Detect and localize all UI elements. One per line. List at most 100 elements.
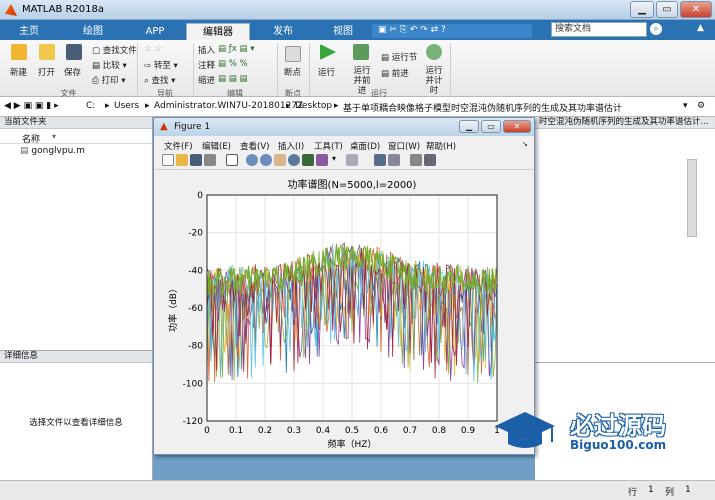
compare-button[interactable]: ▤ 比较 ▾ — [92, 59, 127, 71]
compare-label: 比较 — [102, 61, 120, 71]
minimize-button[interactable]: ▁ — [630, 1, 654, 18]
pan-icon[interactable] — [274, 154, 286, 166]
run-icon — [320, 44, 336, 60]
editor-title: 时空混沌伪随机序列的生成及其功率谱估计... — [535, 117, 715, 129]
address-bar[interactable]: ◀ ▶ ▣ ▣ ▮ ▸ C: ▸ Users ▸ Administrator.W… — [0, 97, 715, 117]
browse-icon[interactable]: ⚙ — [697, 101, 705, 111]
path-segment[interactable]: Users — [114, 101, 139, 111]
list-item[interactable]: ▤ gonglvpu.m — [20, 146, 85, 156]
current-folder-title: 当前文件夹 — [0, 117, 152, 129]
new-button[interactable]: 新建 — [10, 66, 27, 78]
print-figure-icon[interactable] — [204, 154, 216, 166]
zoom-out-icon[interactable] — [260, 154, 272, 166]
run-button[interactable]: 运行 — [318, 66, 335, 78]
tab-apps[interactable]: APP — [132, 23, 178, 40]
link-plot-icon[interactable] — [346, 154, 358, 166]
goto-button[interactable]: ⇨ 转至 ▾ — [144, 59, 178, 71]
quick-access-icons[interactable]: ▣ ✂ ⎘ ↶ ↷ ⇄ ? — [378, 25, 446, 35]
tab-editor[interactable]: 编辑器 — [186, 23, 250, 40]
power-spectrum-chart[interactable]: 0 0.1 0.2 0.3 0.4 0.5 0.6 0.7 0.8 0.9 10-20-40-60-… — [154, 170, 534, 454]
indent-button[interactable]: 缩进 — [198, 74, 215, 86]
path-segment[interactable]: Administrator.WIN7U-20180127Z — [154, 101, 303, 111]
open-file-icon[interactable] — [176, 154, 188, 166]
group-label-edit: 编辑 — [227, 89, 243, 98]
tab-home[interactable]: 主页 — [6, 23, 52, 40]
save-icon — [66, 44, 82, 60]
y-tick-label: -40 — [188, 266, 203, 276]
address-dropdown-icon[interactable]: ▾ — [683, 101, 688, 111]
figure-toolbar: ▾ — [154, 152, 534, 170]
data-cursor-icon[interactable] — [302, 154, 314, 166]
figure-logo-icon: ▲ — [160, 121, 168, 132]
print-button[interactable]: ⎙ 打印 ▾ — [92, 74, 126, 86]
m-file-icon: ▤ — [20, 146, 29, 156]
editor-scrollbar[interactable] — [687, 159, 697, 237]
tab-plots[interactable]: 绘图 — [70, 23, 116, 40]
colorbar-icon[interactable] — [374, 154, 386, 166]
back-icon[interactable]: ◀ ▶ ▣ ▣ ▮ ▸ — [4, 101, 59, 111]
goto-label: 转至 — [153, 61, 171, 71]
find-files-button[interactable]: ▢ 查找文件 — [92, 44, 137, 56]
edit-tools-icon[interactable]: ▤ ƒx ▤ ▾ — [218, 44, 254, 54]
x-tick-label: 0.1 — [229, 426, 243, 436]
edit-plot-icon[interactable] — [226, 154, 238, 166]
search-placeholder: 搜索文档 — [555, 24, 592, 34]
comment-tools-icon[interactable]: ▤ % % — [218, 59, 248, 69]
menu-insert[interactable]: 插入(I) — [278, 140, 304, 152]
sort-icon: ▾ — [52, 132, 57, 141]
legend-icon[interactable] — [388, 154, 400, 166]
group-label-navigate: 导航 — [157, 89, 173, 98]
hide-tools-icon[interactable] — [410, 154, 422, 166]
file-list-header[interactable]: 名称 ▾ — [0, 130, 152, 145]
figure-title-bar: ▲ Figure 1 ▁ ▭ ✕ — [154, 118, 534, 136]
x-tick-label: 0.2 — [258, 426, 272, 436]
menu-tools[interactable]: 工具(T) — [314, 140, 343, 152]
dock-icon[interactable]: ↘ — [522, 140, 528, 148]
menu-window[interactable]: 窗口(W) — [388, 140, 420, 152]
name-column-header[interactable]: 名称 — [22, 132, 40, 145]
y-tick-label: -120 — [183, 417, 204, 427]
zoom-in-icon[interactable] — [246, 154, 258, 166]
rotate-icon[interactable] — [288, 154, 300, 166]
figure-minimize-button[interactable]: ▁ — [459, 120, 479, 133]
menu-edit[interactable]: 编辑(E) — [202, 140, 231, 152]
x-tick-label: 0.3 — [287, 426, 301, 436]
menu-desktop[interactable]: 桌面(D) — [350, 140, 380, 152]
close-button[interactable]: ✕ — [680, 1, 712, 18]
open-button[interactable]: 打开 — [38, 66, 55, 78]
details-title: 详细信息 — [0, 351, 152, 363]
path-segment[interactable]: 基于单项耦合映像格子模型时空混沌伪随机序列的生成及其功率谱估计 — [343, 101, 622, 114]
y-tick-label: 0 — [197, 191, 203, 201]
show-tools-icon[interactable] — [424, 154, 436, 166]
details-message: 选择文件以查看详细信息 — [29, 418, 123, 428]
x-tick-label: 0.5 — [345, 426, 359, 436]
path-segment[interactable]: Desktop — [295, 101, 332, 111]
find-button[interactable]: ⌕ 查找 ▾ — [144, 74, 175, 86]
save-figure-icon[interactable] — [190, 154, 202, 166]
group-label-breakpoints: 断点 — [285, 89, 301, 98]
menu-help[interactable]: 帮助(H) — [426, 140, 456, 152]
breakpoints-button[interactable]: 断点 — [284, 66, 301, 78]
menu-file[interactable]: 文件(F) — [164, 140, 193, 152]
window-title: MATLAB R2018a — [22, 4, 105, 15]
search-icon[interactable]: ⌕ — [650, 23, 662, 35]
brush-dropdown-icon[interactable]: ▾ — [332, 154, 338, 166]
figure-maximize-button[interactable]: ▭ — [481, 120, 501, 133]
indent-tools-icon[interactable]: ▤ ▤ ▤ — [218, 74, 248, 84]
insert-button[interactable]: 插入 — [198, 44, 215, 56]
matlab-logo-icon — [5, 4, 17, 16]
brush-icon[interactable] — [316, 154, 328, 166]
save-button[interactable]: 保存 — [64, 66, 81, 78]
path-segment[interactable]: C: — [86, 101, 95, 111]
expand-icon[interactable]: ▲ — [697, 23, 709, 35]
advance-button[interactable]: ▤ 前进 — [381, 67, 409, 79]
comment-button[interactable]: 注释 — [198, 59, 215, 71]
maximize-button[interactable]: ▭ — [656, 1, 678, 18]
run-section-button[interactable]: ▤ 运行节 — [381, 51, 417, 63]
tab-view[interactable]: 视图 — [320, 23, 366, 40]
figure-close-button[interactable]: ✕ — [503, 120, 531, 133]
tab-publish[interactable]: 发布 — [260, 23, 306, 40]
new-figure-icon[interactable] — [162, 154, 174, 166]
search-input[interactable]: 搜索文档 — [551, 22, 647, 37]
menu-view[interactable]: 查看(V) — [240, 140, 269, 152]
